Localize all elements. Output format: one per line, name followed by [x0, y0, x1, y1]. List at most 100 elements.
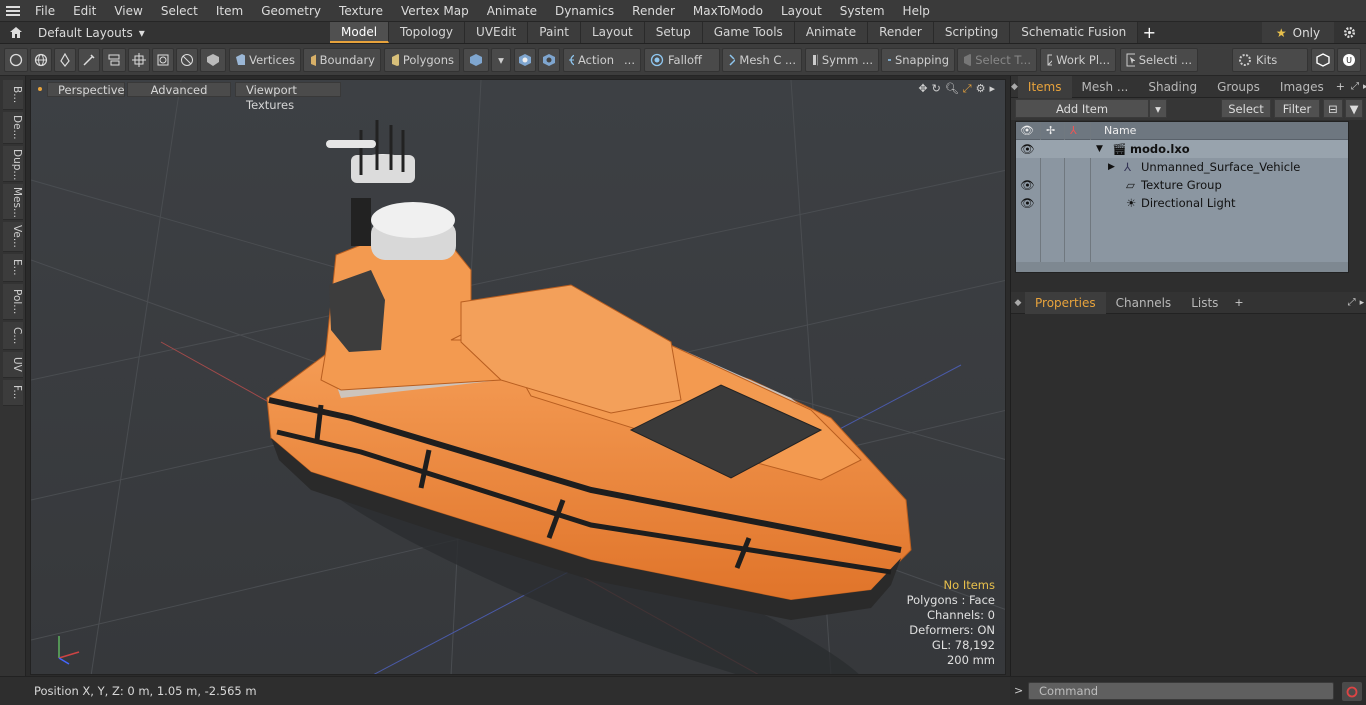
cube-item-icon[interactable] [463, 48, 489, 72]
perspective-button[interactable]: Perspective [47, 82, 125, 97]
tree-scrollbar[interactable] [1016, 262, 1348, 272]
record-macro-icon[interactable] [1342, 682, 1362, 701]
menu-layout[interactable]: Layout [772, 0, 831, 22]
maximize-panel-icon[interactable]: ⤢ [1351, 81, 1359, 92]
menu-render[interactable]: Render [623, 0, 684, 22]
command-history-icon[interactable]: > [1014, 684, 1023, 697]
viewport-scene[interactable] [31, 80, 1006, 675]
collapse-icon[interactable]: ⊟ [1323, 99, 1343, 118]
app-menu-icon[interactable] [0, 0, 26, 22]
gear-icon[interactable] [1338, 22, 1360, 43]
align-icon[interactable] [102, 48, 126, 72]
tab-channels[interactable]: Channels [1106, 292, 1182, 314]
name-column-header[interactable]: Name [1104, 124, 1136, 137]
menu-maxtomodo[interactable]: MaxToModo [684, 0, 772, 22]
tab-setup[interactable]: Setup [644, 22, 703, 43]
gear-cube-icon[interactable] [538, 48, 560, 72]
eye-icon[interactable]: 👁︎ [1020, 142, 1035, 156]
menu-dynamics[interactable]: Dynamics [546, 0, 623, 22]
tree-row-texture-group[interactable]: 👁︎ ▱ Texture Group [1016, 176, 1348, 194]
tab-topology[interactable]: Topology [389, 22, 466, 43]
menu-system[interactable]: System [831, 0, 894, 22]
unreal-icon[interactable]: U [1337, 48, 1361, 72]
rotate-view-icon[interactable]: ↻ [932, 82, 941, 96]
tree-row-mesh[interactable]: ▶ ⅄ Unmanned_Surface_Vehicle [1016, 158, 1348, 176]
eye-icon[interactable]: 👁︎ [1020, 178, 1035, 192]
funnel-icon[interactable]: ▼ [1345, 99, 1363, 118]
viewport-textures-button[interactable]: Viewport Textures [235, 82, 341, 112]
viewport-expand-icon[interactable]: ▸ [989, 82, 995, 96]
menu-item[interactable]: Item [207, 0, 252, 22]
advanced-button[interactable]: Advanced [127, 82, 231, 97]
collapse-arrow-icon[interactable]: ▶ [1108, 162, 1115, 172]
action-center-button[interactable]: Action... [563, 48, 641, 72]
add-tab-button[interactable]: + [1138, 23, 1160, 42]
menu-edit[interactable]: Edit [64, 0, 105, 22]
kits-button[interactable]: Kits [1232, 48, 1308, 72]
left-tab-duplicate[interactable]: Dup... [3, 146, 23, 182]
symmetry-circle-icon[interactable] [176, 48, 198, 72]
left-tab-basic[interactable]: B... [3, 80, 23, 110]
left-tab-vertex[interactable]: Ve... [3, 222, 23, 252]
tab-shading[interactable]: Shading [1138, 76, 1207, 98]
selection-sets-button[interactable]: Selecti ... [1120, 48, 1198, 72]
boundary-button[interactable]: Boundary [303, 48, 381, 72]
eye-icon[interactable]: 👁︎ [1020, 196, 1035, 210]
tab-items[interactable]: Items [1017, 75, 1072, 98]
fit-view-icon[interactable]: ⤢ [963, 82, 972, 96]
left-tab-mesh-edit[interactable]: Mes... [3, 184, 23, 220]
globe-icon[interactable] [30, 48, 52, 72]
pen-icon[interactable] [54, 48, 76, 72]
move-view-icon[interactable]: ✥ [918, 82, 927, 96]
add-item-button[interactable]: Add Item [1015, 99, 1149, 118]
work-plane-button[interactable]: Work Pl... [1040, 48, 1116, 72]
menu-help[interactable]: Help [894, 0, 939, 22]
menu-vertex-map[interactable]: Vertex Map [392, 0, 478, 22]
transform-icon[interactable] [128, 48, 150, 72]
tab-animate[interactable]: Animate [794, 22, 869, 43]
menu-select[interactable]: Select [152, 0, 207, 22]
tab-uvedit[interactable]: UVEdit [465, 22, 529, 43]
tab-layout[interactable]: Layout [580, 22, 645, 43]
brush-icon[interactable] [78, 48, 100, 72]
mesh-constraint-button[interactable]: Mesh C ... [722, 48, 802, 72]
left-tab-curve[interactable]: C... [3, 322, 23, 350]
expand-arrow-icon[interactable]: ▼ [1096, 144, 1103, 154]
3d-viewport[interactable]: Perspective Advanced Viewport Textures ✥… [30, 79, 1006, 675]
tab-paint[interactable]: Paint [528, 22, 581, 43]
left-tab-deform[interactable]: De... [3, 112, 23, 144]
tree-row-light[interactable]: 👁︎ ☀︎ Directional Light [1016, 194, 1348, 212]
menu-texture[interactable]: Texture [330, 0, 392, 22]
maximize-panel-icon[interactable]: ⤢ [1348, 297, 1356, 308]
chevron-down-icon[interactable]: ▾ [491, 48, 511, 72]
falloff-button[interactable]: Falloff [644, 48, 720, 72]
snapping-button[interactable]: Snapping [881, 48, 955, 72]
tab-properties[interactable]: Properties [1025, 291, 1106, 314]
select-button[interactable]: Select [1221, 99, 1271, 118]
symmetry-button[interactable]: Symm ... [805, 48, 879, 72]
menu-geometry[interactable]: Geometry [252, 0, 330, 22]
command-input[interactable]: Command [1028, 682, 1334, 700]
layout-selector[interactable]: Default Layouts ▾ [0, 22, 330, 44]
tab-lists[interactable]: Lists [1181, 292, 1228, 314]
unity-icon[interactable] [1311, 48, 1335, 72]
center-icon[interactable] [152, 48, 174, 72]
filter-button[interactable]: Filter [1274, 99, 1320, 118]
only-toggle[interactable]: ★ Only [1262, 22, 1334, 43]
tab-game-tools[interactable]: Game Tools [702, 22, 795, 43]
tab-groups[interactable]: Groups [1207, 76, 1270, 98]
left-tab-polygon[interactable]: Pol... [3, 284, 23, 320]
tab-schematic-fusion[interactable]: Schematic Fusion [1010, 22, 1139, 43]
panel-arrow-icon[interactable]: ▸ [1360, 298, 1365, 308]
menu-file[interactable]: File [26, 0, 64, 22]
menu-view[interactable]: View [105, 0, 151, 22]
vertices-button[interactable]: Vertices [229, 48, 301, 72]
polygons-button[interactable]: Polygons [384, 48, 460, 72]
tree-row-scene[interactable]: 👁︎ ▼ 🎬︎ modo.lxo [1016, 140, 1348, 158]
shield-icon[interactable] [200, 48, 226, 72]
panel-menu-icon[interactable]: ◆ [1011, 82, 1018, 92]
select-through-button[interactable]: Select T... [957, 48, 1037, 72]
tab-mesh[interactable]: Mesh ... [1072, 76, 1139, 98]
circle-select-icon[interactable] [4, 48, 28, 72]
left-tab-edge[interactable]: E... [3, 254, 23, 282]
